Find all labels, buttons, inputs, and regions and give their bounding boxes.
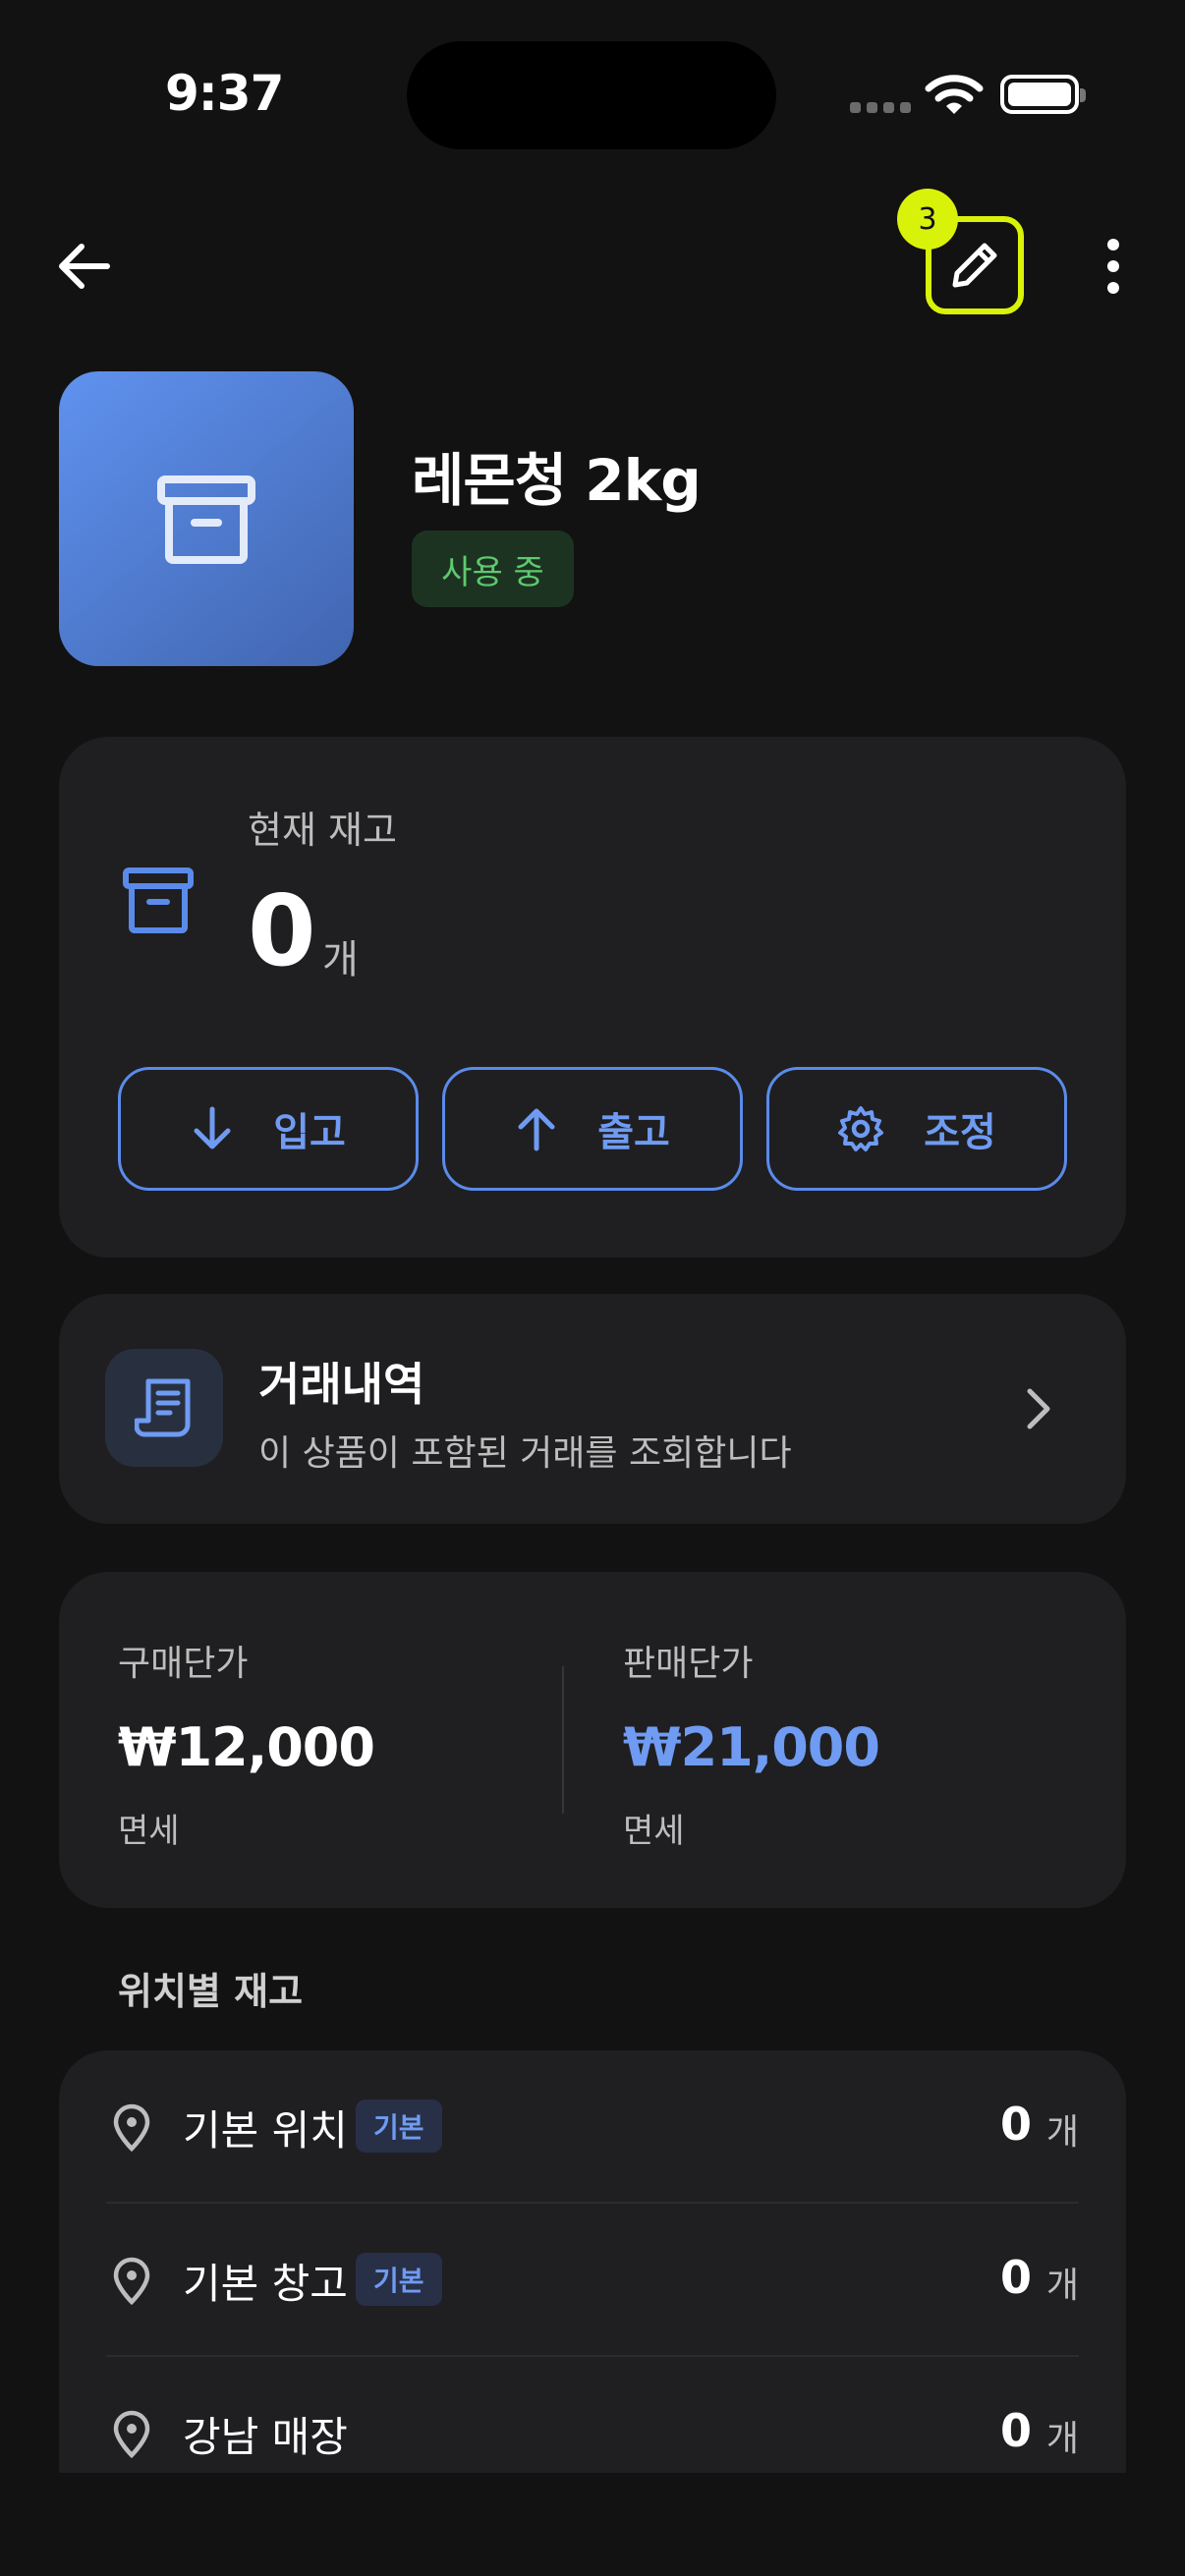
stock-in-button[interactable]: 입고 (118, 1067, 419, 1191)
receipt-icon (105, 1349, 223, 1467)
location-name: 기본 창고 (183, 2260, 348, 2308)
cellular-signal-icon (850, 102, 911, 113)
status-badge: 사용 중 (412, 531, 574, 607)
stock-label: 현재 재고 (248, 809, 397, 852)
stock-in-label: 입고 (273, 1111, 346, 1154)
purchase-price-note: 면세 (118, 1812, 180, 1851)
location-name: 강남 매장 (183, 2413, 348, 2461)
location-stock-title: 위치별 재고 (118, 1970, 304, 2013)
stock-out-label: 출고 (597, 1111, 670, 1154)
status-time: 9:37 (165, 65, 284, 122)
stock-unit: 개 (322, 937, 359, 982)
location-pin-icon (113, 2257, 150, 2306)
product-name: 레몬청 2kg (412, 447, 702, 514)
purchase-price-value: ₩12,000 (118, 1716, 375, 1778)
sale-price-label: 판매단가 (623, 1644, 754, 1684)
back-button[interactable] (53, 236, 114, 297)
pencil-icon (952, 243, 997, 288)
arrow-up-icon (518, 1108, 555, 1151)
location-qty: 0 (999, 2251, 1032, 2304)
stock-out-button[interactable]: 출고 (442, 1067, 743, 1191)
stock-adjust-label: 조정 (924, 1111, 996, 1154)
more-dots-icon (1107, 239, 1119, 251)
location-unit: 개 (1045, 2419, 1079, 2459)
stock-value: 0 (248, 873, 316, 988)
location-stock-list: 기본 위치 기본 0 개 기본 창고 기본 0 개 강남 매장 0 개 (59, 2050, 1126, 2473)
wifi-icon (925, 75, 984, 114)
purchase-price-label: 구매단가 (118, 1644, 249, 1684)
location-name: 기본 위치 (183, 2106, 348, 2155)
sale-price-note: 면세 (623, 1812, 685, 1851)
price-divider (562, 1666, 564, 1814)
list-item[interactable]: 기본 창고 기본 0 개 (59, 2204, 1126, 2357)
stock-adjust-button[interactable]: 조정 (766, 1067, 1067, 1191)
list-item[interactable]: 기본 위치 기본 0 개 (59, 2050, 1126, 2204)
chevron-right-icon (1027, 1388, 1050, 1429)
location-unit: 개 (1045, 2266, 1079, 2306)
sale-price-value: ₩21,000 (623, 1716, 880, 1778)
more-options-button[interactable] (1091, 236, 1136, 297)
product-thumbnail (59, 371, 354, 666)
location-qty: 0 (999, 2098, 1032, 2151)
transaction-history-subtitle: 이 상품이 포함된 거래를 조회합니다 (258, 1433, 792, 1474)
default-tag: 기본 (356, 2100, 442, 2153)
gear-icon (838, 1106, 884, 1151)
location-qty: 0 (999, 2404, 1032, 2457)
dynamic-island (407, 41, 776, 149)
list-item[interactable]: 강남 매장 0 개 (59, 2357, 1126, 2473)
edit-badge: 3 (897, 189, 958, 250)
location-pin-icon (113, 2410, 150, 2459)
archive-box-icon (157, 476, 255, 564)
battery-icon (1000, 75, 1086, 114)
location-unit: 개 (1045, 2112, 1079, 2153)
archive-box-icon (123, 868, 194, 933)
arrow-left-icon (59, 244, 110, 289)
default-tag: 기본 (356, 2253, 442, 2306)
transaction-history-title: 거래내역 (258, 1358, 425, 1411)
location-pin-icon (113, 2103, 150, 2153)
arrow-down-icon (194, 1106, 231, 1149)
